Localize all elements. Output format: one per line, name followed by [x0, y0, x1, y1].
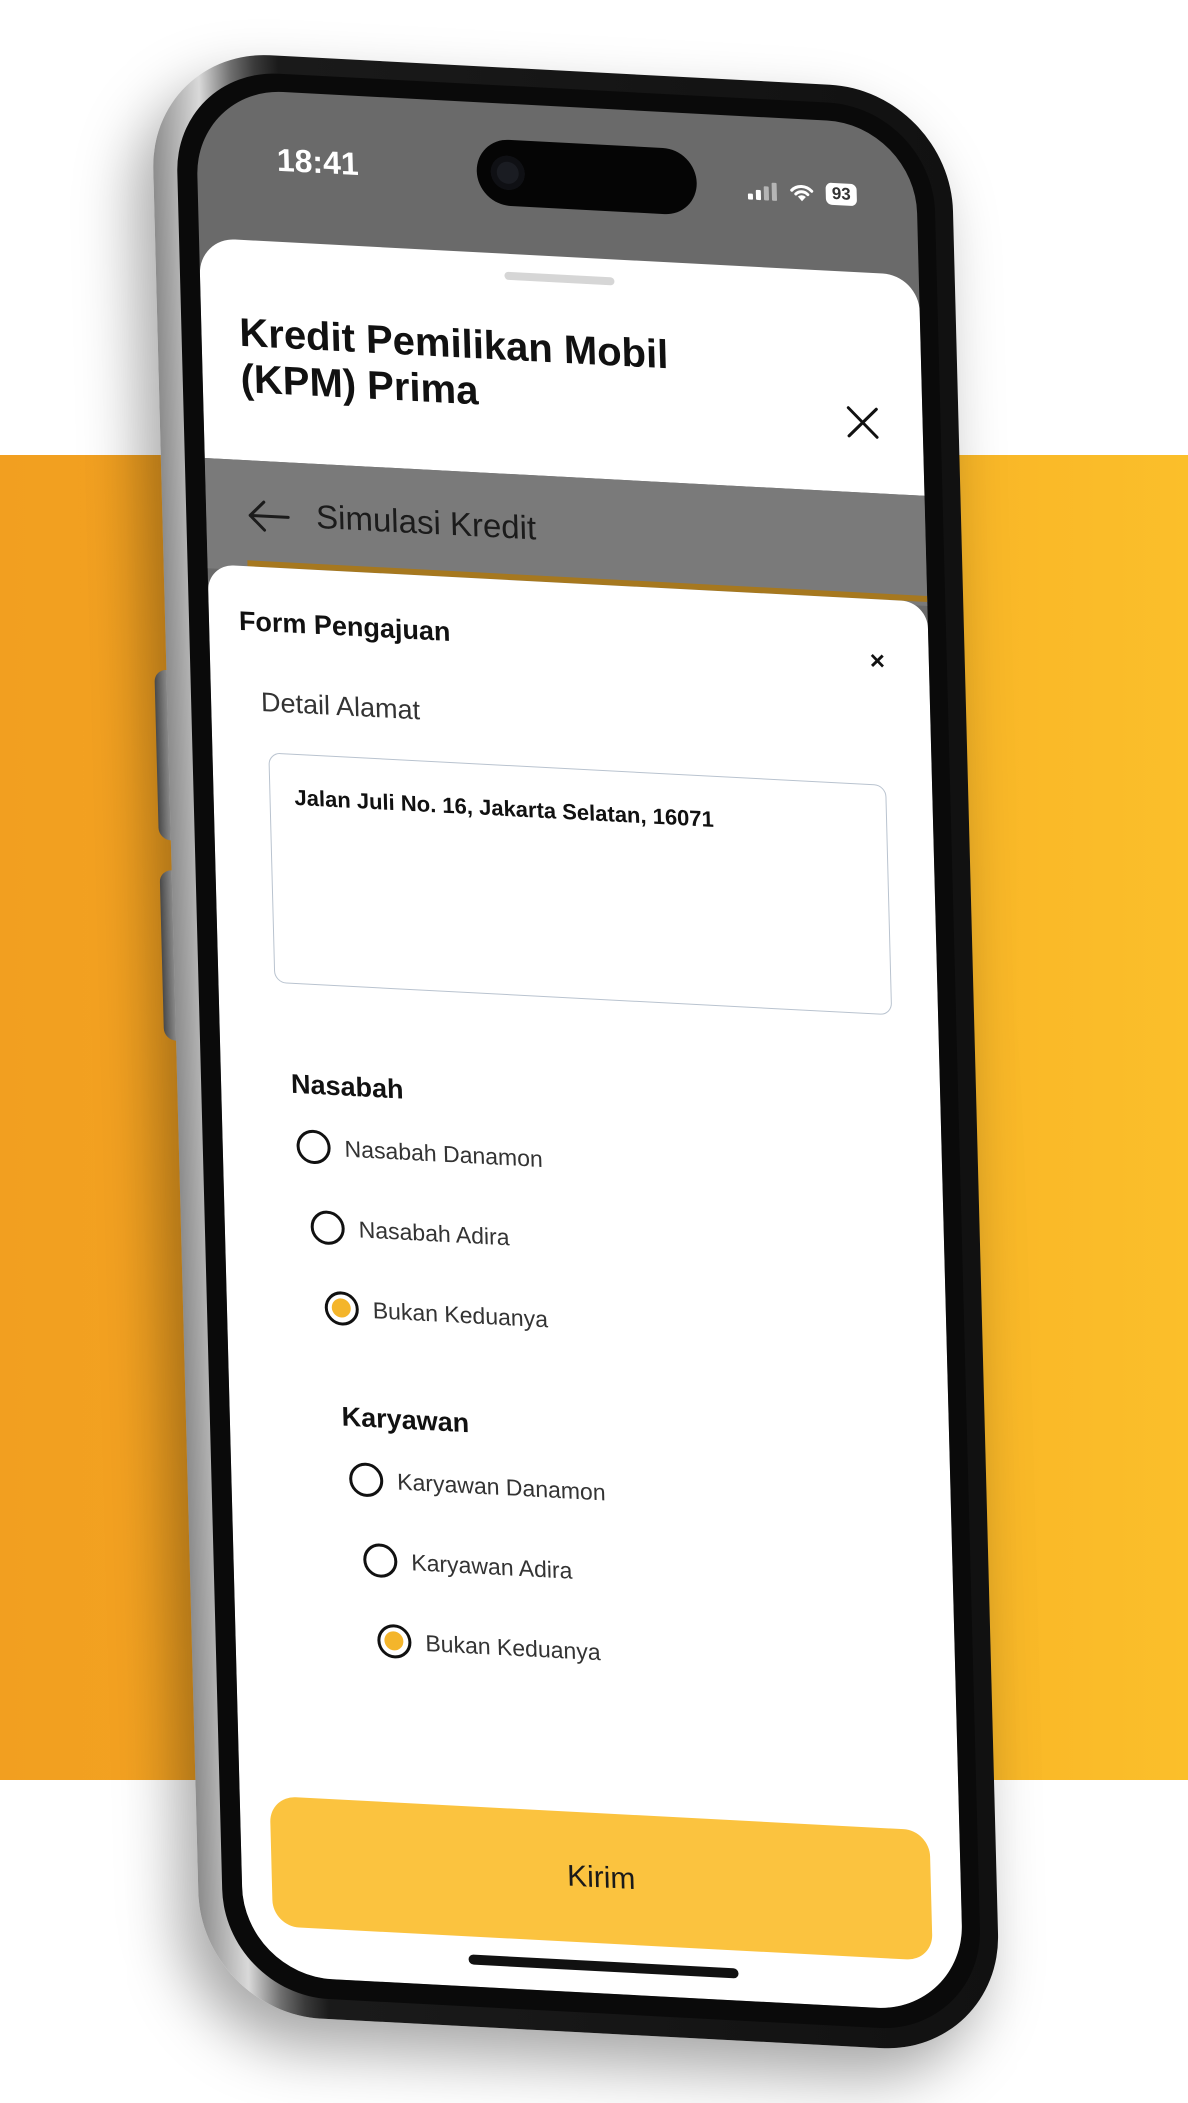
home-indicator[interactable] — [468, 1954, 739, 1979]
radio-label: Karyawan Adira — [410, 1548, 573, 1584]
radio-option-nasabah-adira[interactable]: Nasabah Adira — [310, 1209, 510, 1254]
form-close-button[interactable]: × — [869, 645, 885, 677]
radio-button[interactable] — [296, 1129, 332, 1165]
address-value: Jalan Juli No. 16, Jakarta Selatan, 1607… — [294, 784, 715, 832]
status-icons: 93 — [747, 178, 858, 207]
camera-icon — [490, 154, 526, 191]
radio-label: Bukan Keduanya — [372, 1296, 549, 1332]
close-icon[interactable] — [842, 401, 883, 443]
radio-button[interactable] — [362, 1542, 398, 1579]
battery-icon: 93 — [825, 182, 858, 207]
radio-option-karyawan-danamon[interactable]: Karyawan Danamon — [348, 1461, 606, 1510]
radio-label: Karyawan Danamon — [396, 1467, 606, 1505]
radio-button-selected[interactable] — [324, 1290, 360, 1327]
radio-option-karyawan-bukan-keduanya[interactable]: Bukan Keduanya — [376, 1623, 601, 1669]
form-title: Form Pengajuan — [238, 605, 451, 647]
radio-button-selected[interactable] — [376, 1623, 412, 1660]
dynamic-island — [475, 138, 698, 216]
sheet-title: Kredit Pemilikan Mobil (KPM) Prima — [238, 310, 669, 414]
radio-option-nasabah-bukan-keduanya[interactable]: Bukan Keduanya — [324, 1290, 549, 1337]
radio-option-nasabah-danamon[interactable]: Nasabah Danamon — [296, 1129, 543, 1176]
phone-mockup: 18:41 93 Kredit Pemilikan Mobil (KPM) Pr… — [0, 0, 1188, 2103]
nasabah-group-title: Nasabah — [290, 1068, 404, 1105]
product-sheet: Kredit Pemilikan Mobil (KPM) Prima — [198, 237, 925, 496]
phone-screen: 18:41 93 Kredit Pemilikan Mobil (KPM) Pr… — [195, 87, 965, 2013]
wifi-icon — [790, 185, 814, 202]
phone-device: 18:41 93 Kredit Pemilikan Mobil (KPM) Pr… — [150, 49, 1002, 2055]
radio-button[interactable] — [348, 1461, 384, 1498]
submit-button[interactable]: Kirim — [269, 1795, 933, 1961]
status-time: 18:41 — [276, 141, 360, 183]
signal-icon — [747, 179, 779, 201]
radio-label: Bukan Keduanya — [425, 1629, 601, 1665]
radio-button[interactable] — [310, 1209, 346, 1246]
address-textarea[interactable]: Jalan Juli No. 16, Jakarta Selatan, 1607… — [268, 752, 893, 1016]
nav-title: Simulasi Kredit — [315, 497, 537, 547]
grab-handle[interactable] — [504, 271, 615, 286]
address-label: Detail Alamat — [260, 687, 421, 726]
radio-option-karyawan-adira[interactable]: Karyawan Adira — [362, 1542, 573, 1588]
karyawan-group-title: Karyawan — [341, 1401, 470, 1439]
radio-label: Nasabah Danamon — [344, 1135, 544, 1172]
form-sheet: Form Pengajuan × Detail Alamat Jalan Jul… — [207, 564, 965, 2013]
back-arrow-icon[interactable] — [246, 498, 291, 534]
radio-label: Nasabah Adira — [358, 1215, 510, 1250]
